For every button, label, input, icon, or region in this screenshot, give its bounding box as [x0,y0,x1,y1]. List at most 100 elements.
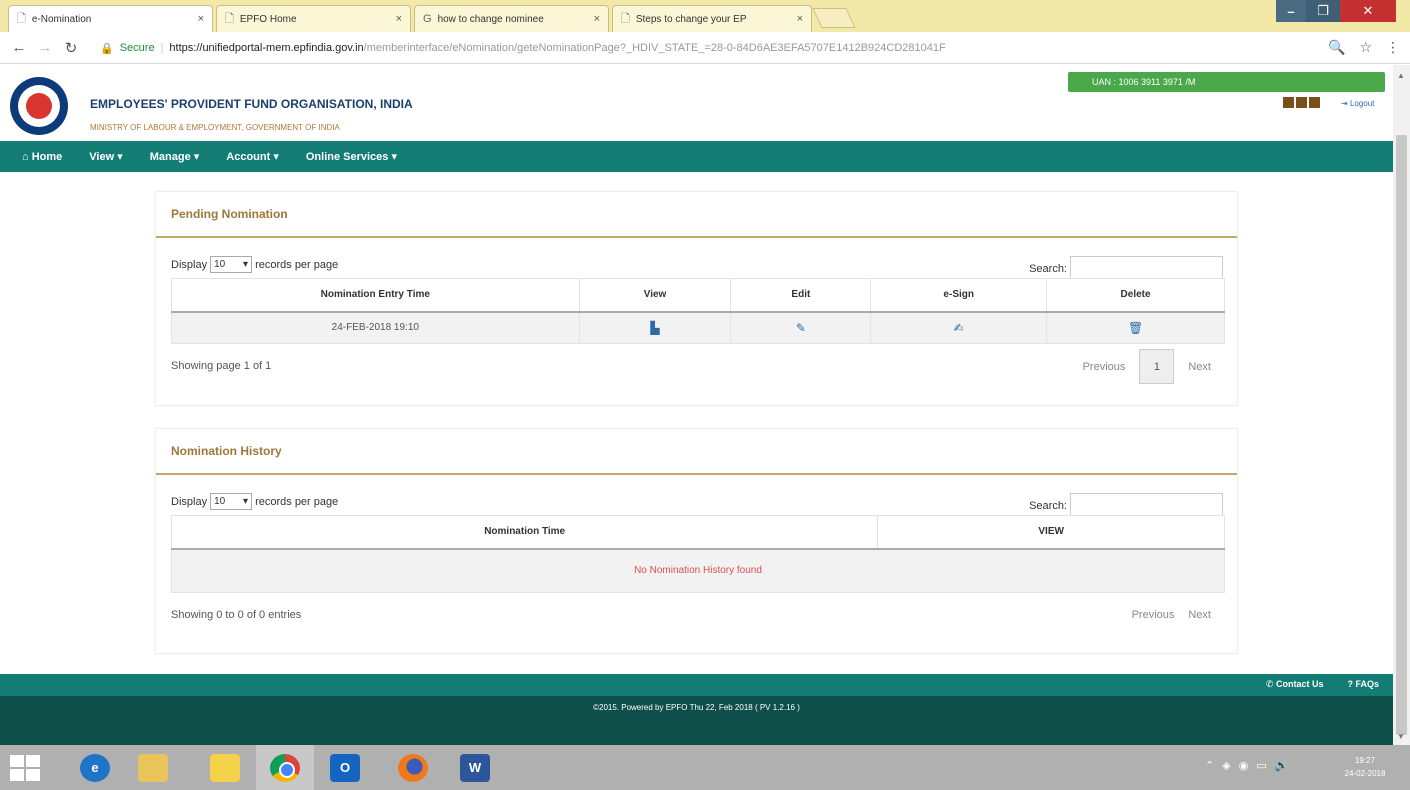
antivirus-icon[interactable]: ◉ [1239,759,1249,772]
column-header[interactable]: VIEW [877,515,1225,550]
column-header[interactable]: Nomination Time [170,515,879,550]
reload-icon[interactable]: ↻ [58,39,84,57]
tab-steps-change[interactable]: 🗋 Steps to change your EP × [612,5,812,32]
tab-label: EPFO Home [239,13,297,25]
close-icon[interactable]: × [396,13,402,25]
empty-message: No Nomination History found [171,548,1225,593]
tab-google-search[interactable]: G how to change nominee × [414,5,609,32]
column-header[interactable]: View [578,278,732,313]
contact-label: Contact Us [1275,679,1324,689]
close-icon[interactable]: × [198,13,204,25]
document-icon[interactable]: ▙ [650,321,659,335]
windows-taskbar: e O W ⌃ ◈ ◉ ▭ 🔊 19:27 24-02-2018 [0,745,1410,790]
nav-view[interactable]: View ▾ [89,150,122,163]
google-icon: G [423,13,432,25]
page-size-control: Display 10 ▾ records per page [171,493,338,510]
minimize-button[interactable]: – [1276,0,1306,22]
column-header[interactable]: e-Sign [870,278,1048,313]
page-size-value: 10 [214,259,226,270]
tab-e-nomination[interactable]: 🗋 e-Nomination × [8,5,213,32]
scroll-down-icon[interactable]: ▼ [1397,732,1405,741]
page-scrollbar[interactable]: ▲ ▼ [1393,65,1410,745]
pagination: Previous 1 Next [1083,349,1211,384]
font-decrease-button[interactable] [1283,97,1294,108]
dropdown-arrow-icon: ▾ [243,496,249,507]
address-actions: 🔍 ☆ ⋮ [1328,39,1400,56]
home-icon: ⌂ [22,150,29,163]
pending-nomination-panel: Pending Nomination Display 10 ▾ records … [155,191,1238,406]
page-size-select[interactable]: 10 ▾ [210,493,253,510]
forward-icon[interactable]: → [32,39,58,56]
nav-manage[interactable]: Manage ▾ [150,150,200,163]
url-input[interactable]: 🔒 Secure | https://unifiedportal-mem.epf… [100,37,1310,59]
esign-cell: ✍ [870,311,1048,344]
page-icon: 🗋 [225,12,234,25]
chevron-up-icon[interactable]: ⌃ [1205,759,1214,772]
edit-icon[interactable]: ✎ [796,321,806,335]
battery-icon[interactable]: ▭ [1256,759,1266,772]
logout-label: Logout [1349,99,1375,108]
taskbar-firefox[interactable] [384,745,442,790]
faqs-label: FAQs [1355,679,1379,689]
column-header[interactable]: Delete [1046,278,1225,313]
signature-icon[interactable]: ✍ [954,321,964,335]
taskbar-word[interactable]: W [446,745,504,790]
previous-button[interactable]: Previous [1132,609,1175,621]
new-tab-button[interactable] [812,8,856,28]
close-icon[interactable]: × [594,13,600,25]
footer-links: ✆ Contact Us ? FAQs [1266,679,1379,690]
tab-epfo-home[interactable]: 🗋 EPFO Home × [216,5,411,32]
table-controls: Display 10 ▾ records per page Search: [156,475,1237,519]
firefox-icon [398,753,428,782]
zoom-icon[interactable]: 🔍 [1328,39,1345,56]
trash-icon[interactable]: 🗑 [1128,321,1143,335]
taskbar-outlook[interactable]: O [316,745,374,790]
font-reset-button[interactable] [1296,97,1307,108]
taskbar-chrome[interactable] [256,745,314,790]
contact-us-link[interactable]: ✆ Contact Us [1266,679,1324,690]
page-size-select[interactable]: 10 ▾ [210,256,253,273]
next-button[interactable]: Next [1188,609,1211,621]
taskbar-sticky-notes[interactable] [196,745,254,790]
font-increase-button[interactable] [1309,97,1320,108]
url-path: /memberinterface/eNomination/geteNominat… [363,42,946,54]
system-clock[interactable]: 19:27 24-02-2018 [1330,754,1400,780]
network-icon[interactable]: ◈ [1222,759,1230,772]
nav-online-services[interactable]: Online Services ▾ [306,150,397,163]
footer: ©2015. Powered by EPFO Thu 22, Feb 2018 … [0,696,1393,745]
browser-tab-bar: 🗋 e-Nomination × 🗋 EPFO Home × G how to … [0,0,1410,32]
edit-cell: ✎ [730,311,872,344]
lock-icon: 🔒 [100,42,114,55]
faqs-link[interactable]: ? FAQs [1347,679,1379,690]
search-label: Search: [1029,263,1067,275]
scroll-up-icon[interactable]: ▲ [1397,71,1405,80]
back-icon[interactable]: ← [6,39,32,56]
display-suffix: records per page [255,495,339,508]
close-icon[interactable]: × [797,13,803,25]
display-prefix: Display [171,258,208,271]
footer-links-bar: ✆ Contact Us ? FAQs [0,674,1393,696]
nav-home-label: Home [31,150,63,163]
taskbar-explorer[interactable] [124,745,182,790]
main-nav: ⌂ Home View ▾ Manage ▾ Account ▾ Online … [0,141,1393,172]
star-icon[interactable]: ☆ [1359,39,1372,56]
nav-account[interactable]: Account ▾ [226,150,279,163]
outlook-icon: O [330,753,360,782]
nav-home[interactable]: ⌂ Home [22,151,62,163]
scroll-thumb[interactable] [1396,135,1407,735]
page-number-button[interactable]: 1 [1139,349,1175,384]
pagination-row: Showing page 1 of 1 Previous 1 Next [156,344,1237,396]
column-header[interactable]: Nomination Entry Time [171,278,580,313]
maximize-button[interactable]: ❐ [1306,0,1340,22]
column-header[interactable]: Edit [730,278,872,313]
logout-link[interactable]: ⇥ Logout [1341,99,1374,108]
windows-start-icon[interactable] [10,755,40,781]
menu-icon[interactable]: ⋮ [1386,39,1400,56]
uan-badge: UAN : 1006 3911 3971 /M [1068,72,1385,92]
taskbar-ie[interactable]: e [66,745,124,790]
next-button[interactable]: Next [1188,361,1211,373]
previous-button[interactable]: Previous [1083,361,1126,373]
chrome-icon [270,753,300,782]
close-window-button[interactable]: ✕ [1340,0,1396,22]
volume-icon[interactable]: 🔊 [1275,759,1289,772]
